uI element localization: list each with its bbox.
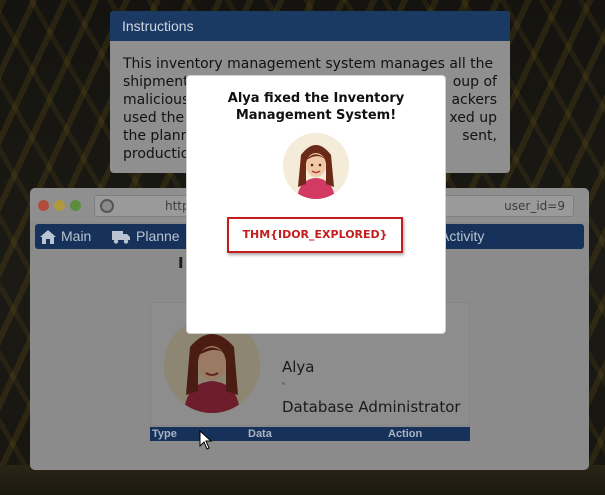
maximize-window-button[interactable] (70, 200, 81, 211)
url-suffix: user_id=9 (504, 199, 565, 213)
instructions-line: used the a (123, 110, 198, 126)
mouse-cursor-icon (199, 429, 213, 454)
instructions-line: xed up (449, 110, 497, 126)
instructions-line: shipments (123, 74, 196, 90)
instructions-line: ackers (451, 92, 497, 108)
site-info-icon (100, 199, 114, 213)
column-header-type: Type (152, 428, 177, 440)
instructions-title: Instructions (110, 11, 510, 41)
modal-avatar (283, 133, 349, 199)
nav-activity[interactable]: Activity (440, 224, 484, 249)
minimize-window-button[interactable] (54, 200, 65, 211)
flag-text[interactable]: THM{IDOR_EXPLORED} (227, 217, 403, 253)
activity-table-header: Type Data Action (150, 427, 470, 441)
nav-planned[interactable]: Planne (136, 224, 180, 249)
modal-title-line: Alya fixed the Inventory (227, 91, 405, 106)
truck-icon (112, 230, 130, 247)
column-header-action: Action (388, 428, 423, 440)
success-modal: Alya fixed the Inventory Management Syst… (187, 76, 445, 333)
instructions-line: oup of (452, 74, 497, 90)
profile-name: Alya (282, 358, 315, 376)
nav-main[interactable]: Main (61, 224, 91, 249)
home-icon (40, 230, 56, 247)
separator-dot (282, 382, 285, 385)
column-header-data: Data (248, 428, 272, 440)
page-heading: I (178, 254, 184, 272)
close-window-button[interactable] (38, 200, 49, 211)
url-prefix: http (165, 199, 190, 213)
modal-title-line: Management System! (235, 108, 397, 123)
modal-title: Alya fixed the Inventory Management Syst… (187, 90, 445, 124)
instructions-line: sent, (462, 128, 497, 144)
instructions-line: malicious (123, 92, 190, 108)
profile-role: Database Administrator (282, 398, 461, 416)
instructions-line: This inventory management system manages… (123, 56, 494, 72)
